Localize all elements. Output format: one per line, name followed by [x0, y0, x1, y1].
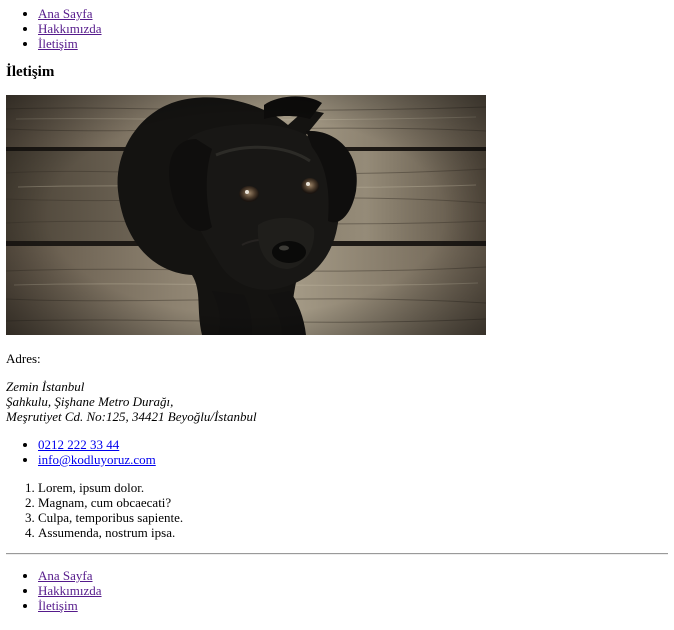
- top-nav: Ana Sayfa Hakkımızda İletişim: [6, 6, 668, 51]
- top-nav-item-home: Ana Sayfa: [38, 6, 668, 21]
- list-item: Magnam, cum obcaecati?: [38, 495, 668, 510]
- footer-nav-item-contact: İletişim: [38, 598, 668, 613]
- top-nav-item-contact: İletişim: [38, 36, 668, 51]
- phone-link[interactable]: 0212 222 33 44: [38, 437, 119, 452]
- top-nav-list: Ana Sayfa Hakkımızda İletişim: [6, 6, 668, 51]
- top-nav-link-about[interactable]: Hakkımızda: [38, 21, 102, 36]
- top-nav-link-home[interactable]: Ana Sayfa: [38, 6, 93, 21]
- address-line-2: Şahkulu, Şişhane Metro Durağı,: [6, 394, 174, 409]
- footer-nav-item-home: Ana Sayfa: [38, 568, 668, 583]
- address-line-1: Zemin İstanbul: [6, 379, 85, 394]
- footer-nav-link-contact[interactable]: İletişim: [38, 598, 78, 613]
- black-puppy-photo: [6, 95, 486, 335]
- list-item: Assumenda, nostrum ipsa.: [38, 525, 668, 540]
- top-nav-item-about: Hakkımızda: [38, 21, 668, 36]
- postal-address: Zemin İstanbul Şahkulu, Şişhane Metro Du…: [6, 379, 668, 424]
- footer-divider: [6, 553, 668, 555]
- page-title: İletişim: [6, 64, 55, 80]
- footer-nav-list: Ana Sayfa Hakkımızda İletişim: [6, 568, 668, 613]
- list-item: Lorem, ipsum dolor.: [38, 480, 668, 495]
- footer-nav-item-about: Hakkımızda: [38, 583, 668, 598]
- page: Ana Sayfa Hakkımızda İletişim İletişim: [0, 0, 674, 613]
- numbered-list: Lorem, ipsum dolor. Magnam, cum obcaecat…: [6, 480, 668, 540]
- contact-item-phone: 0212 222 33 44: [38, 437, 668, 452]
- address-label: Adres:: [6, 351, 41, 366]
- top-nav-link-contact[interactable]: İletişim: [38, 36, 78, 51]
- contact-item-email: info@kodluyoruz.com: [38, 452, 668, 467]
- footer-nav-link-home[interactable]: Ana Sayfa: [38, 568, 93, 583]
- address-line-3: Meşrutiyet Cd. No:125, 34421 Beyoğlu/İst…: [6, 409, 257, 424]
- contact-list: 0212 222 33 44 info@kodluyoruz.com: [6, 437, 668, 467]
- footer-nav-link-about[interactable]: Hakkımızda: [38, 583, 102, 598]
- list-item: Culpa, temporibus sapiente.: [38, 510, 668, 525]
- email-link[interactable]: info@kodluyoruz.com: [38, 452, 156, 467]
- footer-nav: Ana Sayfa Hakkımızda İletişim: [6, 568, 668, 613]
